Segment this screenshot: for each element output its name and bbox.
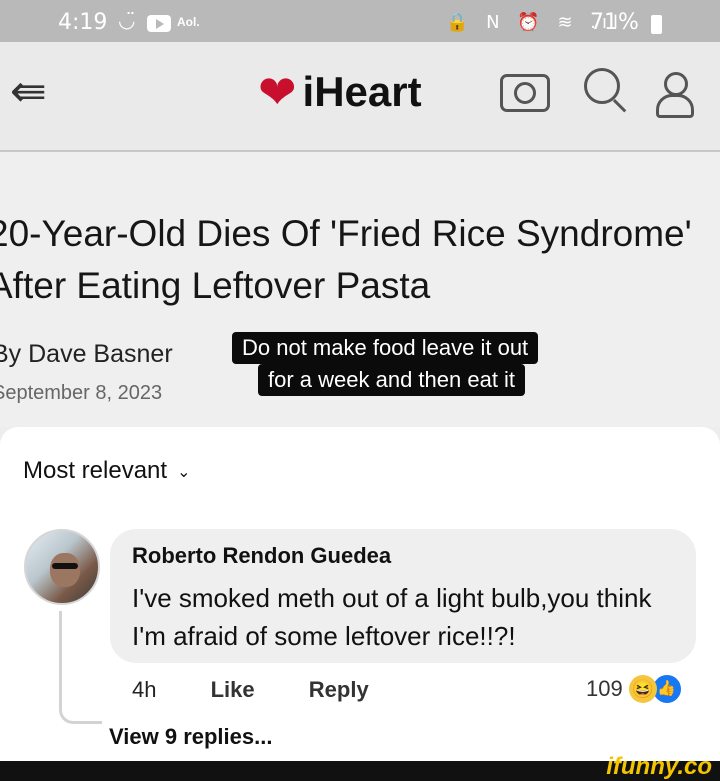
article-headline: 20-Year-Old Dies Of 'Fried Rice Syndrome…	[0, 213, 692, 306]
reply-thread-line	[59, 611, 102, 724]
avatar-face-shape	[50, 553, 80, 587]
comment-sort-dropdown[interactable]: Most relevant ⌄	[23, 457, 190, 485]
account-body-shape	[656, 94, 694, 118]
article-byline: By Dave Basner	[0, 340, 173, 368]
article-date: September 8, 2023	[0, 382, 163, 404]
article-preview[interactable]: 20-Year-Old Dies Of 'Fried Rice Syndrome…	[0, 152, 720, 427]
account-icon[interactable]	[654, 72, 698, 118]
like-button[interactable]: Like	[211, 677, 255, 702]
ifunny-watermark: ifunny.co	[606, 753, 712, 780]
avatar[interactable]	[24, 529, 100, 605]
smiley-icon: ◡̈	[118, 10, 136, 32]
battery-icon	[651, 15, 662, 34]
caption-line-2: for a week and then eat it	[258, 364, 526, 396]
comment-age: 4h	[132, 677, 157, 702]
comment-text: I've smoked meth out of a light bulb,you…	[132, 583, 652, 651]
iheart-heart-icon: ❤	[258, 65, 297, 119]
caption-line-1: Do not make food leave it out	[232, 332, 539, 364]
chevron-down-icon: ⌄	[177, 461, 191, 481]
camera-icon[interactable]	[500, 74, 550, 112]
youtube-icon	[147, 15, 171, 32]
comment-author[interactable]: Roberto Rendon Guedea	[132, 543, 391, 569]
view-replies-link[interactable]: View 9 replies...	[109, 724, 272, 750]
sort-label: Most relevant	[23, 457, 168, 484]
iheart-wordmark: iHeart	[302, 68, 422, 115]
comment-actions: 4h Like Reply	[132, 677, 417, 703]
status-time: 4:19	[58, 10, 108, 35]
watermark-bar: ifunny.co	[0, 753, 720, 781]
reply-button[interactable]: Reply	[309, 677, 369, 702]
account-head-shape	[664, 72, 688, 96]
top-navigation: ⇚ ❤ iHeart	[0, 42, 720, 152]
back-arrow-icon[interactable]: ⇚	[10, 68, 70, 116]
reaction-summary[interactable]: 109 😆 👍	[586, 673, 683, 705]
battery-percent: 71%	[590, 10, 639, 35]
search-icon[interactable]	[584, 68, 620, 104]
haha-reaction-icon: 😆	[628, 675, 657, 703]
avatar-sunglasses-shape	[52, 563, 78, 569]
aol-icon: Aol.	[177, 15, 200, 29]
status-bar: 4:19 ◡̈ Aol. 🔒 N ⏰ ≋ .ıl 71%	[0, 0, 720, 42]
comments-panel: Most relevant ⌄ Roberto Rendon Guedea I'…	[0, 427, 720, 761]
reaction-count: 109	[586, 676, 623, 701]
iheart-logo[interactable]: ❤ iHeart	[258, 64, 422, 120]
comment-bubble[interactable]: Roberto Rendon Guedea I've smoked meth o…	[110, 529, 696, 663]
